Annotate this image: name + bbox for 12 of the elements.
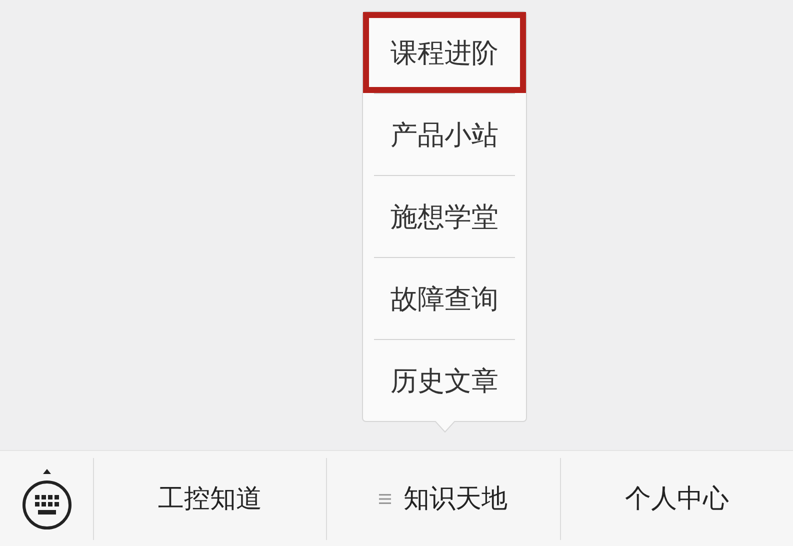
menu-tab[interactable]: 个人中心	[560, 458, 793, 540]
tab-label: 工控知道	[158, 483, 262, 516]
menu-item[interactable]: 历史文章	[363, 340, 526, 421]
tab-label: 个人中心	[624, 483, 729, 516]
tab-label: 知识天地	[403, 483, 508, 516]
menu-item[interactable]: 产品小站	[363, 94, 526, 175]
menu-lines-icon	[379, 492, 392, 506]
menu-item[interactable]: 施想学堂	[363, 176, 526, 257]
menu-tab[interactable]: 知识天地	[327, 458, 561, 540]
menu-item[interactable]: 故障查询	[363, 258, 526, 339]
menu-item[interactable]: 课程进阶	[363, 12, 526, 93]
menu-tab[interactable]: 工控知道	[94, 458, 328, 540]
